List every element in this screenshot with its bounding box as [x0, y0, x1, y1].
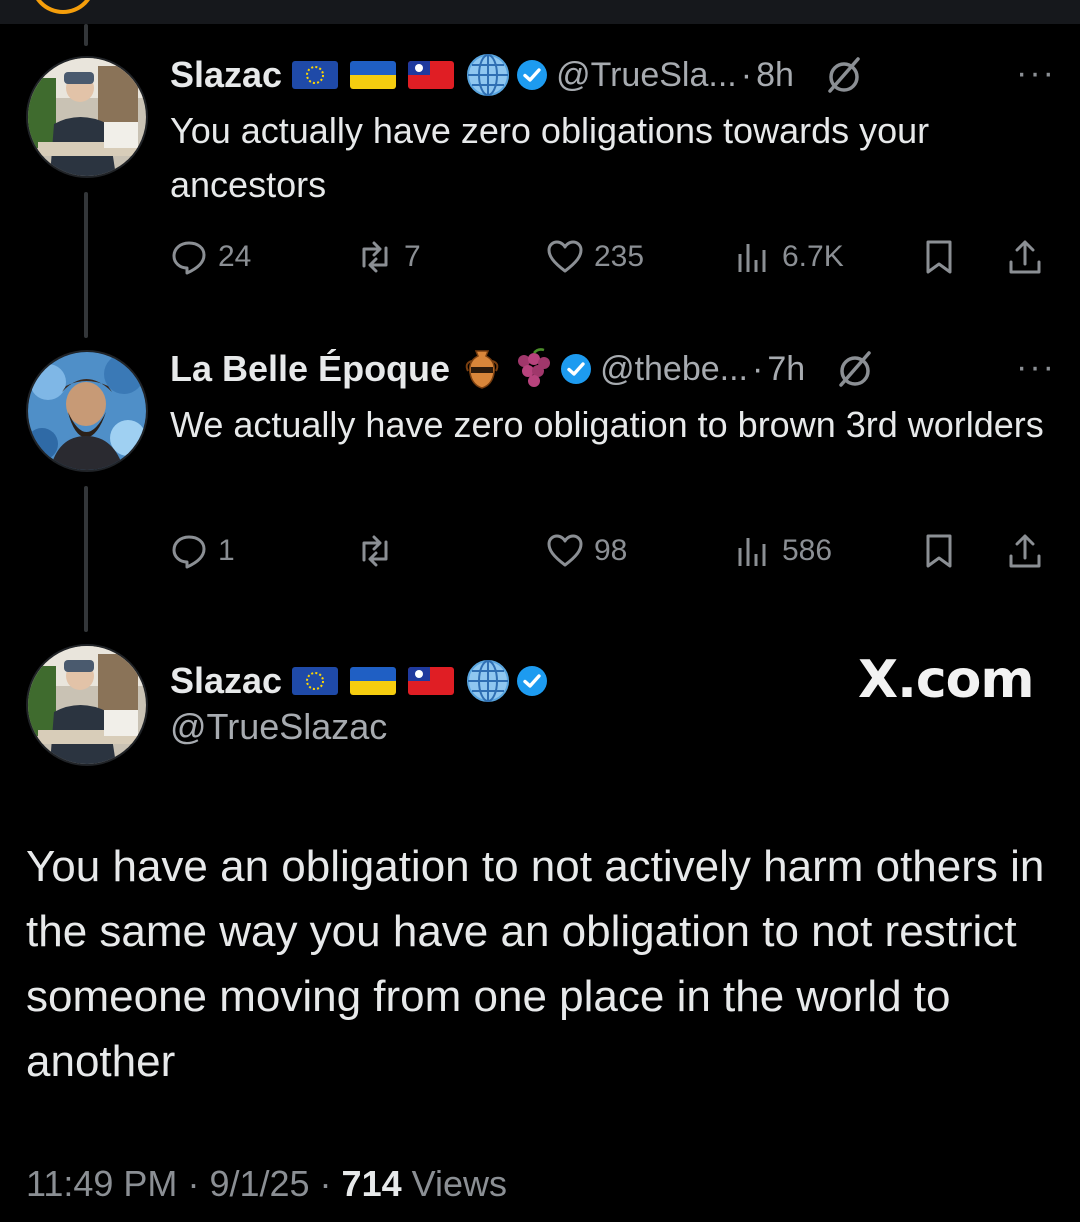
bookmark-icon: [926, 240, 952, 274]
status-indicator-icon: [30, 0, 96, 14]
top-bar: [0, 0, 1080, 24]
eu-flag-icon: [292, 667, 339, 695]
author-name[interactable]: Slazac: [170, 54, 282, 96]
tweet-time[interactable]: 8h: [756, 56, 794, 95]
globe-icon: [466, 53, 510, 97]
more-icon[interactable]: ···: [1016, 54, 1056, 93]
main-tweet-text: You have an obligation to not actively h…: [26, 842, 1045, 1086]
eu-flag-icon: [292, 61, 339, 89]
author-name[interactable]: Slazac: [170, 660, 282, 702]
share-button[interactable]: [1006, 526, 1054, 576]
reply-icon: [172, 535, 206, 569]
tweet-timestamp[interactable]: 11:49 PM: [26, 1163, 177, 1204]
views-button[interactable]: 586: [734, 526, 832, 576]
tweet-text: We actually have zero obligation to brow…: [170, 404, 1044, 445]
reply-button[interactable]: 24: [170, 232, 251, 282]
reply-count: 24: [218, 240, 252, 273]
separator-dot: ·: [187, 1163, 210, 1204]
tweet-meta: 11:49 PM · 9/1/25 · 714 Views: [26, 1163, 507, 1205]
taiwan-flag-icon: [408, 667, 455, 695]
ukraine-flag-icon: [350, 667, 397, 695]
reply-button[interactable]: 1: [170, 526, 235, 576]
thread-line: [84, 192, 88, 338]
repost-button[interactable]: [356, 526, 404, 576]
like-button[interactable]: 98: [546, 526, 627, 576]
thread-line: [84, 24, 88, 46]
bookmark-button[interactable]: [920, 526, 968, 576]
like-count: 235: [594, 240, 645, 273]
reply-icon: [172, 241, 206, 275]
views-count: 714: [341, 1163, 402, 1204]
like-count: 98: [594, 534, 628, 567]
main-tweet-header: Slazac: [170, 655, 556, 707]
share-icon: [1009, 534, 1041, 568]
ukraine-flag-icon: [350, 61, 397, 89]
like-icon: [547, 240, 583, 273]
verified-badge-icon: [516, 59, 548, 91]
bookmark-button[interactable]: [920, 232, 968, 282]
author-handle[interactable]: @TrueSlazac: [170, 706, 387, 748]
globe-icon: [466, 659, 510, 703]
share-button[interactable]: [1006, 232, 1054, 282]
view-count: 6.7K: [782, 240, 844, 273]
reply-count: 1: [218, 534, 235, 567]
tweet-time[interactable]: 7h: [767, 350, 805, 389]
amphora-icon: [460, 347, 504, 391]
tweet-date[interactable]: 9/1/25: [209, 1163, 309, 1204]
repost-icon: [362, 241, 388, 273]
like-button[interactable]: 235: [546, 232, 644, 282]
views-label: Views: [411, 1163, 508, 1204]
tweet-actions: 1 98 586: [170, 526, 1050, 576]
verified-badge-icon: [516, 665, 548, 697]
bookmark-icon: [926, 534, 952, 568]
avatar[interactable]: [26, 350, 148, 472]
tweet-header: La Belle Époque @thebe... · 7h: [170, 344, 875, 394]
author-handle[interactable]: @thebe...: [600, 350, 748, 389]
tweet-actions: 24 7 235 6.7K: [170, 232, 1050, 282]
repost-button[interactable]: 7: [356, 232, 421, 282]
verified-badge-icon: [560, 353, 592, 385]
separator-dot: ·: [752, 349, 764, 388]
tweet-header: Slazac @TrueSla... · 8h: [170, 50, 864, 100]
author-handle[interactable]: @TrueSla...: [556, 56, 737, 95]
grapes-icon: [510, 347, 554, 391]
avatar[interactable]: [26, 644, 148, 766]
grok-icon[interactable]: [835, 349, 875, 389]
avatar[interactable]: [26, 56, 148, 178]
like-icon: [547, 534, 583, 567]
taiwan-flag-icon: [408, 61, 455, 89]
xcom-watermark: X.com: [858, 650, 1035, 710]
share-icon: [1009, 240, 1041, 274]
repost-icon: [362, 535, 388, 567]
author-name[interactable]: La Belle Époque: [170, 348, 450, 390]
repost-count: 7: [404, 240, 421, 273]
separator-dot: ·: [319, 1163, 342, 1204]
views-icon: [738, 244, 766, 272]
view-count: 586: [782, 534, 833, 567]
grok-icon[interactable]: [824, 55, 864, 95]
separator-dot: ·: [740, 55, 753, 94]
tweet-text: You actually have zero obligations towar…: [170, 110, 930, 205]
more-icon[interactable]: ···: [1016, 348, 1056, 387]
views-button[interactable]: 6.7K: [734, 232, 844, 282]
thread-line: [84, 486, 88, 632]
views-icon: [738, 538, 766, 566]
